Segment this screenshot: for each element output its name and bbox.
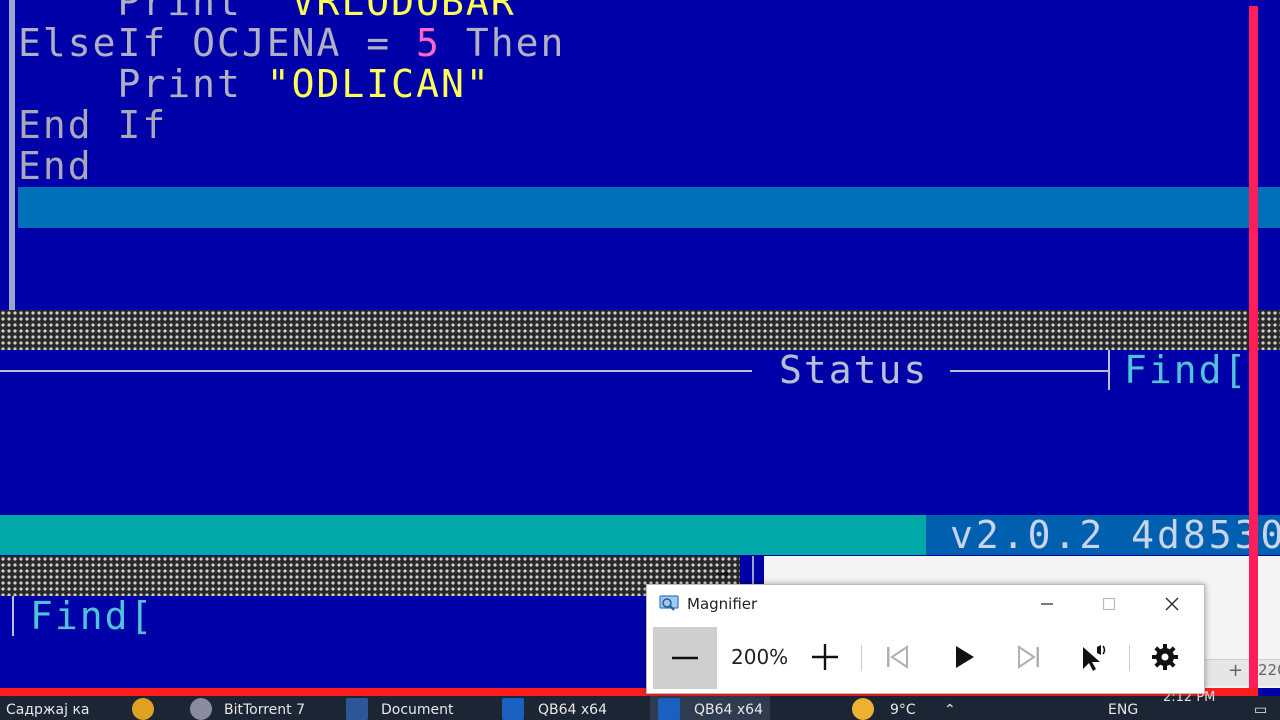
toolbar-separator [861, 645, 862, 671]
settings-button[interactable] [1145, 637, 1185, 677]
zoom-out-button[interactable] [653, 627, 717, 689]
chevron-up-icon[interactable]: ⌃ [944, 702, 956, 718]
code-line-1[interactable]: Print "VRLODOBAR" [18, 0, 540, 23]
next-paragraph-button[interactable] [1009, 637, 1049, 677]
editor-horizontal-scrollbar[interactable] [0, 310, 1280, 350]
code-text: Then [440, 21, 566, 65]
taskbar-item-document[interactable]: Document [381, 702, 454, 718]
status-window [0, 350, 1280, 515]
code-keyword: Print [117, 62, 242, 106]
qb64-icon[interactable] [502, 698, 524, 720]
taskbar-item-qb64-1[interactable]: QB64 x64 [538, 702, 607, 718]
play-icon [956, 646, 974, 668]
magnifier-app-icon [659, 595, 679, 611]
version-box: v2.0.2 4d85302 [926, 515, 1280, 555]
zoom-in-button[interactable] [805, 635, 845, 679]
taskbar-weather[interactable]: 9°C [890, 702, 916, 718]
background-zoom-plus: + [1228, 660, 1244, 681]
minus-icon [672, 656, 698, 660]
taskbar-language[interactable]: ENG [1108, 702, 1138, 718]
bittorrent-icon[interactable] [190, 698, 212, 720]
taskbar-search[interactable]: Садржај ка [6, 702, 90, 718]
play-button[interactable] [943, 637, 983, 677]
chrome-icon[interactable] [132, 698, 154, 720]
maximize-button[interactable] [1089, 589, 1129, 619]
code-editor[interactable]: Print "VRLODOBAR" ElseIf OCJENA = 5 Then… [0, 0, 1280, 310]
editor-left-border [9, 0, 15, 310]
gear-icon [1152, 644, 1178, 670]
minimize-button[interactable] [1027, 589, 1067, 619]
magnifier-titlebar[interactable]: Magnifier [647, 585, 1204, 623]
current-line-highlight [18, 187, 1280, 228]
status-window-title: Status [779, 348, 929, 392]
find-window-title[interactable]: Find[ [1124, 350, 1248, 390]
recording-border-right [1249, 6, 1258, 694]
skip-previous-icon [887, 645, 908, 669]
version-label: v2.0.2 4d85302 [950, 515, 1280, 555]
find-window-title-lower[interactable]: Find[ [30, 596, 154, 636]
code-text: ElseIf OCJENA = [18, 21, 417, 65]
read-from-here-button[interactable] [1073, 637, 1113, 677]
magnifier-title: Magnifier [687, 595, 758, 613]
status-border-left [0, 370, 752, 372]
code-line-4[interactable]: End If [18, 105, 167, 146]
qb64-icon[interactable] [658, 698, 680, 720]
maximize-icon [1102, 597, 1116, 611]
magnifier-toolbar: 200% [647, 625, 1204, 691]
bottom-pane-divider [12, 596, 14, 636]
toolbar-separator [1129, 645, 1130, 671]
weather-icon [852, 698, 874, 720]
code-string: "ODLICAN" [266, 62, 491, 106]
magnifier-window[interactable]: Magnifier 200% [646, 584, 1205, 694]
skip-next-icon [1018, 645, 1039, 669]
previous-paragraph-button[interactable] [877, 637, 917, 677]
taskbar-item-bittorrent[interactable]: BitTorrent 7 [224, 702, 305, 718]
code-line-3[interactable]: Print "ODLICAN" [18, 64, 491, 105]
taskbar: Садржај ка BitTorrent 7 Document QB64 x6… [0, 696, 1280, 720]
screen: Print "VRLODOBAR" ElseIf OCJENA = 5 Then… [0, 0, 1280, 720]
scroll-right-arrow-icon[interactable]: → [716, 561, 729, 586]
word-icon[interactable] [346, 698, 368, 720]
bottom-horizontal-scrollbar[interactable] [0, 556, 740, 596]
code-line-5[interactable]: End [18, 146, 93, 187]
pointer-speaker-icon [1083, 645, 1106, 671]
background-zoom-value: 220 [1258, 661, 1280, 679]
close-icon [1165, 597, 1179, 611]
status-border-right [950, 370, 1108, 372]
close-button[interactable] [1152, 589, 1192, 619]
code-line-2[interactable]: ElseIf OCJENA = 5 Then [18, 23, 565, 64]
zoom-level: 200% [731, 645, 789, 669]
notifications-icon[interactable]: ▭ [1254, 702, 1267, 718]
taskbar-item-qb64-2[interactable]: QB64 x64 [694, 702, 763, 718]
plus-icon [812, 644, 838, 670]
status-divider [1108, 350, 1110, 390]
code-number: 5 [416, 21, 441, 65]
minimize-icon [1041, 603, 1053, 605]
